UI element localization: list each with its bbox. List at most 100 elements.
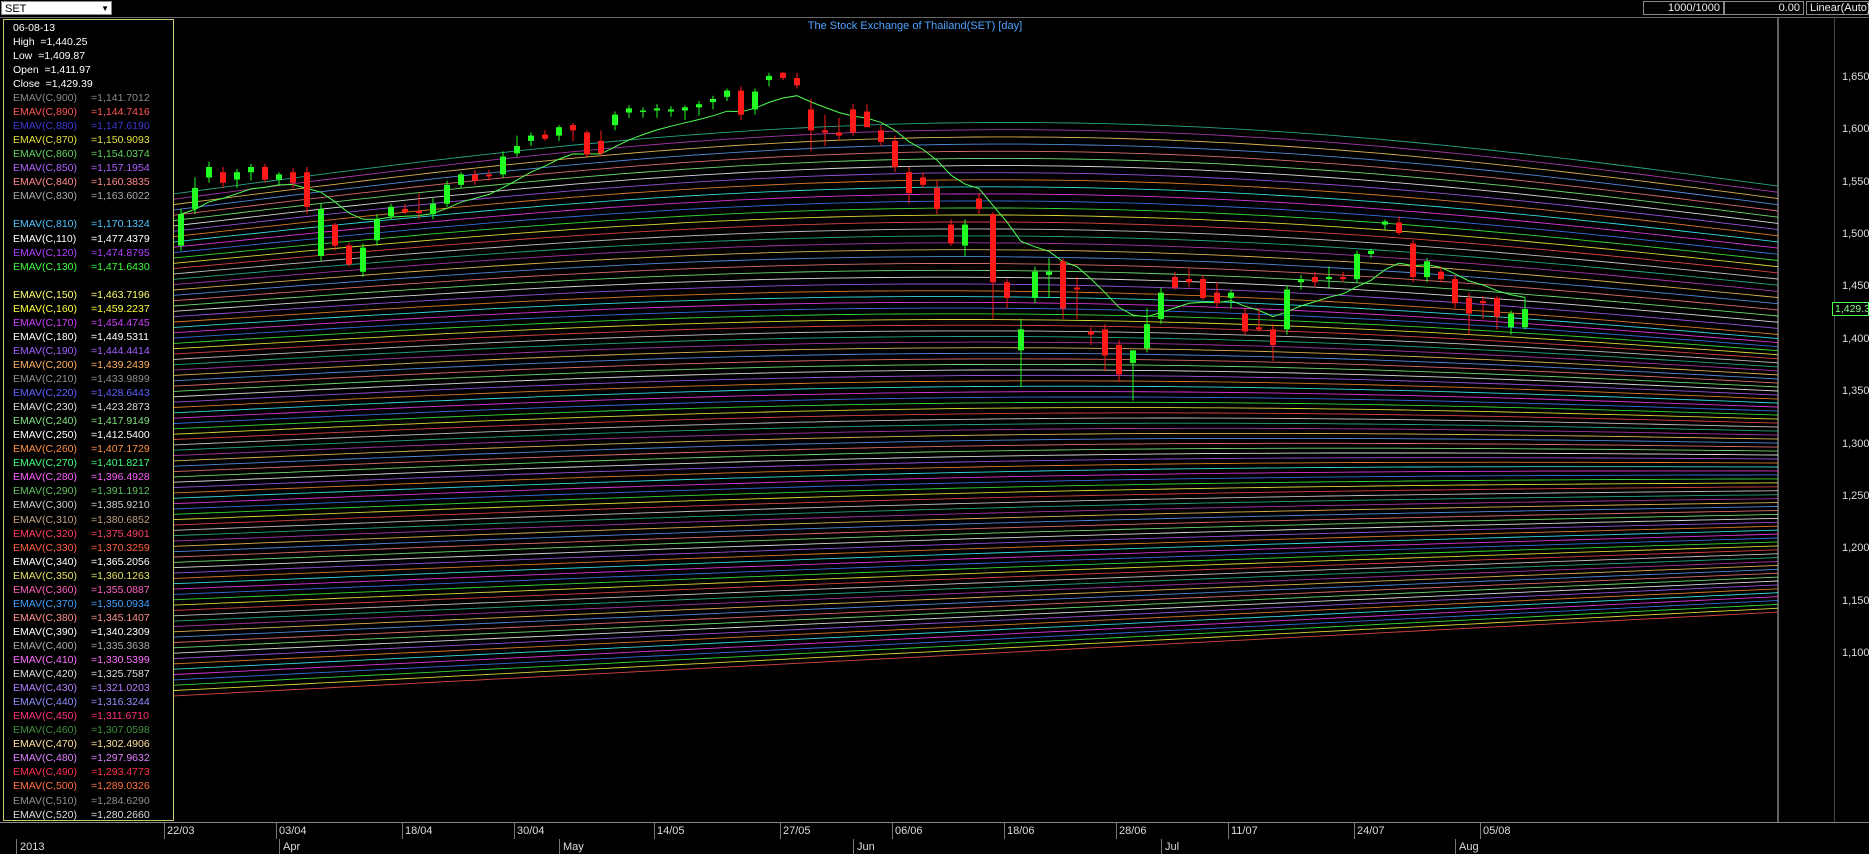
candle-body [1522, 309, 1528, 328]
candle-body [1354, 253, 1360, 280]
legend-value: =1,289.0326 [91, 780, 150, 793]
x-date-label: 05/08 [1483, 825, 1511, 837]
legend-item: EMAV(C,300) =1,385.9210 [13, 499, 150, 512]
candle-body [794, 78, 800, 86]
legend-label: EMAV(C,150) [13, 288, 77, 301]
x-tick [514, 823, 515, 839]
legend-item: EMAV(C,440) =1,316.3244 [13, 696, 150, 709]
candle-body [1116, 345, 1122, 375]
x-date-label: 18/04 [405, 825, 433, 837]
legend-value: =1,330.5399 [91, 654, 150, 666]
candle-body [318, 208, 324, 257]
legend-value: =1,335.3638 [91, 639, 150, 652]
candle-body [1186, 279, 1192, 283]
candle-body [402, 208, 408, 213]
bars-count-box[interactable]: 1000/1000 [1643, 1, 1724, 15]
candle-body [752, 91, 758, 110]
legend-value: =1,444.4414 [91, 344, 150, 357]
y-tick-label: 1,400 [1842, 332, 1869, 345]
legend-label: EMAV(C,330) [13, 541, 77, 554]
candle-body [1060, 261, 1066, 309]
legend-label: EMAV(C,110) [13, 232, 77, 245]
candle-body [178, 214, 184, 246]
last-price-marker: 1,429.39 [1832, 302, 1869, 317]
x-date-label: 06/06 [895, 825, 923, 837]
ema-line [173, 600, 1779, 681]
legend-label: EMAV(C,200) [13, 358, 77, 371]
candle-body [1368, 250, 1374, 254]
price-chart[interactable] [0, 18, 1835, 822]
ema-line [173, 502, 1779, 547]
candle-body [892, 140, 898, 168]
legend-value: =1,474.8795 [91, 246, 150, 259]
legend-item: EMAV(C,160) =1,459.2237 [13, 303, 150, 316]
x-axis: 22/03 03/04 18/04 30/04 14/05 27/05 06/06 18/06… [0, 822, 1869, 854]
legend-value: =1,297.9632 [91, 752, 150, 765]
candle-body [332, 224, 338, 246]
symbol-select[interactable]: SET ▼ [1, 1, 112, 15]
legend-item: EMAV(C,320) =1,375.4901 [13, 528, 150, 541]
candle-body [1018, 329, 1024, 351]
legend-label: EMAV(C,520) [13, 808, 77, 821]
legend-label: EMAV(C,320) [13, 527, 77, 540]
legend-label: EMAV(C,460) [13, 724, 77, 737]
legend-item: EMAV(C,370) =1,350.0934 [13, 598, 150, 611]
x-month-tick [853, 839, 854, 854]
legend-item: EMAV(C,480) =1,297.9632 [13, 752, 150, 765]
legend-label: EMAV(C,210) [13, 373, 77, 385]
y-tick-label: 1,500 [1842, 228, 1869, 241]
candle-body [1410, 243, 1416, 277]
legend-item: EMAV(C,860) =1,154.0374 [13, 148, 150, 161]
scale-mode-box[interactable]: Linear(Auto) [1806, 1, 1869, 15]
y-tick-label: 1,600 [1842, 123, 1869, 136]
ema-line [173, 580, 1779, 654]
legend-label: EMAV(C,440) [13, 696, 77, 709]
x-month-tick [1161, 839, 1162, 854]
offset-box[interactable]: 0.00 [1724, 1, 1804, 15]
chevron-down-icon[interactable]: ▼ [101, 2, 109, 16]
x-date-label: 18/06 [1007, 825, 1035, 837]
x-tick [402, 823, 403, 839]
legend-value: =1,302.4906 [91, 738, 150, 751]
legend-value: =1,365.2056 [91, 555, 150, 568]
candle-body [500, 156, 506, 175]
candle-body [654, 108, 660, 111]
legend-label: EMAV(C,170) [13, 316, 77, 329]
candle-body [374, 219, 380, 241]
legend-value: =1,459.2237 [91, 302, 150, 315]
legend-value: =1,380.6852 [91, 513, 150, 526]
legend-item [13, 275, 91, 288]
legend-label: EMAV(C,420) [13, 668, 77, 681]
candle-body [570, 125, 576, 131]
legend-item: EMAV(C,450) =1,311.6710 [13, 710, 149, 723]
x-tick [1354, 823, 1355, 839]
y-tick-label: 1,250 [1842, 489, 1869, 502]
legend-value: =1,417.9149 [91, 415, 150, 428]
candle-body [1046, 271, 1052, 275]
legend-value: =1,439.2439 [91, 358, 150, 371]
legend-value: =1,340.2309 [91, 625, 150, 638]
legend-value: =1,454.4745 [91, 316, 150, 329]
x-date-label: 24/07 [1357, 825, 1385, 837]
legend-value: =1,150.9093 [91, 134, 150, 147]
legend-label: EMAV(C,220) [13, 387, 77, 400]
candle-body [976, 198, 982, 209]
x-date-label: 28/06 [1119, 825, 1147, 837]
candle-body [584, 132, 590, 155]
legend-value: =1,463.7196 [91, 288, 150, 301]
legend-label: EMAV(C,230) [13, 401, 77, 414]
candle-body [1088, 331, 1094, 335]
legend-value: =1,325.7587 [91, 668, 150, 681]
candle-body [920, 177, 926, 185]
candle-body [192, 187, 198, 209]
candle-body [346, 245, 352, 265]
x-month-label: Aug [1459, 841, 1479, 853]
candle-body [1144, 324, 1150, 349]
legend-item: EMAV(C,130) =1,471.6430 [13, 261, 150, 274]
x-month-tick [559, 839, 560, 854]
x-month-tick [16, 839, 17, 854]
candle-body [598, 140, 604, 154]
legend-value: =1,157.1954 [91, 162, 150, 175]
candle-body [1242, 313, 1248, 332]
legend-value: =1,147.6190 [91, 120, 150, 133]
